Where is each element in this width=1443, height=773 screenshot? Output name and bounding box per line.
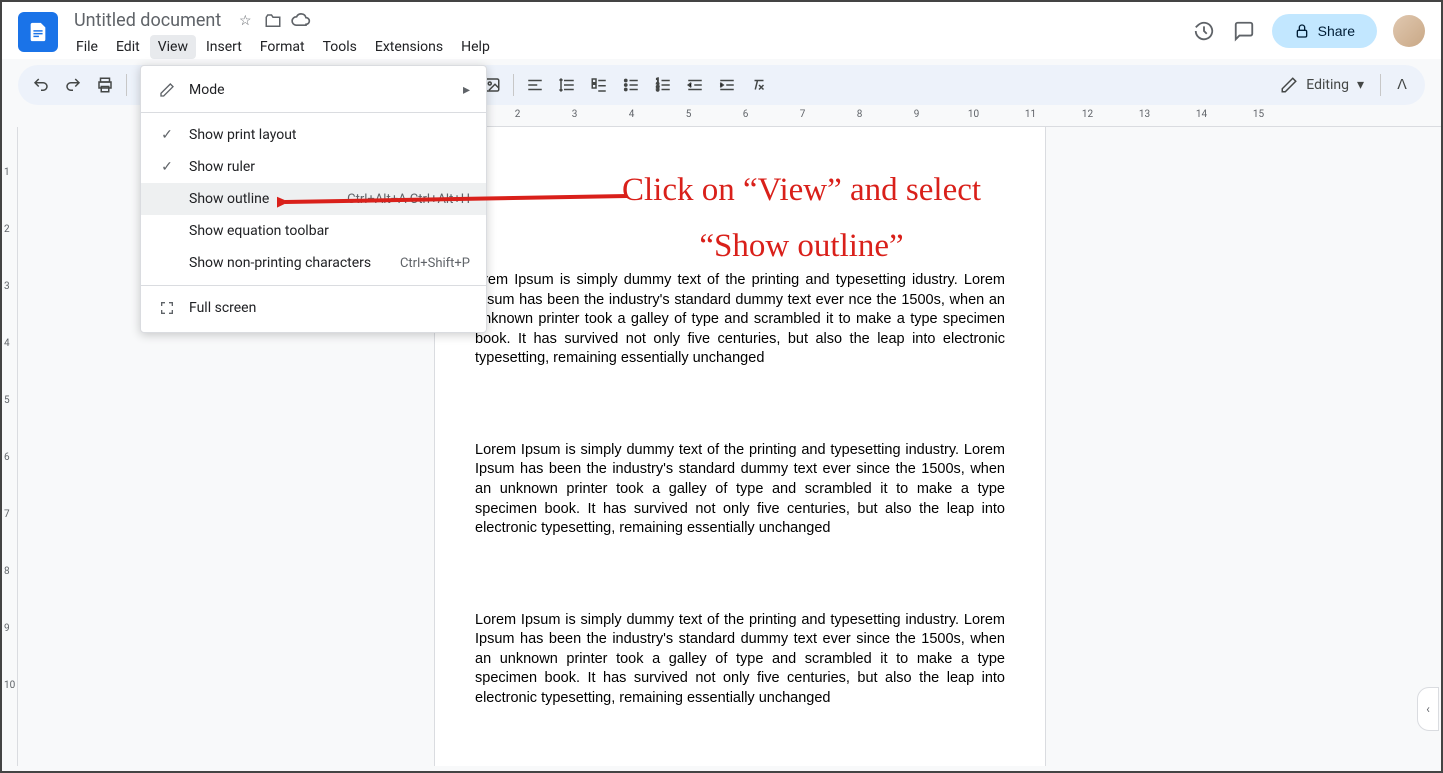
menu-item-show-outline[interactable]: Show outline Ctrl+Alt+A Ctrl+Alt+H (141, 183, 486, 215)
view-menu-dropdown: Mode ▸ ✓ Show print layout ✓ Show ruler … (140, 65, 487, 333)
menu-label: Show outline (189, 191, 335, 207)
check-icon: ✓ (157, 159, 177, 175)
print-icon[interactable] (90, 70, 120, 100)
menu-item-non-printing[interactable]: Show non-printing characters Ctrl+Shift+… (141, 247, 486, 279)
menu-label: Show ruler (189, 159, 470, 175)
clear-formatting-icon[interactable] (744, 70, 774, 100)
move-icon[interactable] (263, 11, 283, 31)
share-button[interactable]: Share (1272, 14, 1377, 48)
bulleted-list-icon[interactable] (616, 70, 646, 100)
menu-item-mode[interactable]: Mode ▸ (141, 74, 486, 106)
star-icon[interactable]: ☆ (235, 11, 255, 31)
fullscreen-icon (157, 300, 177, 316)
app-header: Untitled document ☆ File Edit View Inser… (2, 2, 1441, 59)
title-area: Untitled document ☆ File Edit View Inser… (68, 8, 1192, 59)
decrease-indent-icon[interactable] (680, 70, 710, 100)
paragraph[interactable]: Lorem Ipsum is simply dummy text of the … (475, 441, 1005, 539)
menu-label: Show equation toolbar (189, 223, 470, 239)
header-actions: Share (1192, 14, 1425, 48)
menu-edit[interactable]: Edit (108, 35, 148, 59)
increase-indent-icon[interactable] (712, 70, 742, 100)
check-icon: ✓ (157, 127, 177, 143)
menu-item-print-layout[interactable]: ✓ Show print layout (141, 119, 486, 151)
chevron-down-icon: ▾ (1357, 77, 1364, 93)
pencil-icon (157, 82, 177, 98)
menu-item-equation-toolbar[interactable]: Show equation toolbar (141, 215, 486, 247)
side-panel-toggle[interactable]: ‹ (1417, 687, 1439, 731)
comments-icon[interactable] (1232, 19, 1256, 43)
menu-help[interactable]: Help (453, 35, 498, 59)
collapse-toolbar-icon[interactable]: ᐱ (1387, 70, 1417, 100)
checklist-icon[interactable] (584, 70, 614, 100)
paragraph[interactable]: orem Ipsum is simply dummy text of the p… (475, 271, 1005, 369)
svg-text:3: 3 (656, 87, 659, 93)
menu-label: Show non-printing characters (189, 255, 388, 271)
editing-label: Editing (1306, 77, 1349, 93)
document-title[interactable]: Untitled document (68, 8, 227, 33)
menu-format[interactable]: Format (252, 35, 313, 59)
chevron-right-icon: ▸ (463, 82, 470, 98)
menu-file[interactable]: File (68, 35, 106, 59)
menu-separator (141, 285, 486, 286)
menu-shortcut: Ctrl+Alt+A Ctrl+Alt+H (347, 192, 470, 207)
toolbar-separator (126, 74, 127, 96)
menu-shortcut: Ctrl+Shift+P (400, 256, 470, 271)
menu-label: Full screen (189, 300, 470, 316)
docs-logo[interactable] (18, 12, 58, 52)
history-icon[interactable] (1192, 19, 1216, 43)
menu-separator (141, 112, 486, 113)
page: orem Ipsum is simply dummy text of the p… (435, 127, 1045, 766)
share-label: Share (1318, 23, 1355, 39)
menu-item-full-screen[interactable]: Full screen (141, 292, 486, 324)
menu-extensions[interactable]: Extensions (367, 35, 451, 59)
menu-item-show-ruler[interactable]: ✓ Show ruler (141, 151, 486, 183)
numbered-list-icon[interactable]: 123 (648, 70, 678, 100)
redo-icon[interactable] (58, 70, 88, 100)
cloud-status-icon[interactable] (291, 11, 311, 31)
undo-icon[interactable] (26, 70, 56, 100)
align-icon[interactable] (520, 70, 550, 100)
line-spacing-icon[interactable] (552, 70, 582, 100)
vertical-ruler[interactable]: 1 2 3 4 5 6 7 8 9 10 (2, 127, 18, 766)
toolbar-separator (513, 74, 514, 96)
menubar: File Edit View Insert Format Tools Exten… (68, 35, 1192, 59)
account-avatar[interactable] (1393, 15, 1425, 47)
menu-insert[interactable]: Insert (198, 35, 250, 59)
menu-tools[interactable]: Tools (315, 35, 365, 59)
horizontal-ruler[interactable] (432, 111, 1441, 127)
menu-label: Show print layout (189, 127, 470, 143)
paragraph[interactable]: Lorem Ipsum is simply dummy text of the … (475, 611, 1005, 709)
editing-mode-button[interactable]: Editing ▾ (1270, 76, 1374, 94)
menu-label: Mode (189, 82, 451, 98)
menu-view[interactable]: View (150, 35, 196, 59)
toolbar-separator (1380, 74, 1381, 96)
